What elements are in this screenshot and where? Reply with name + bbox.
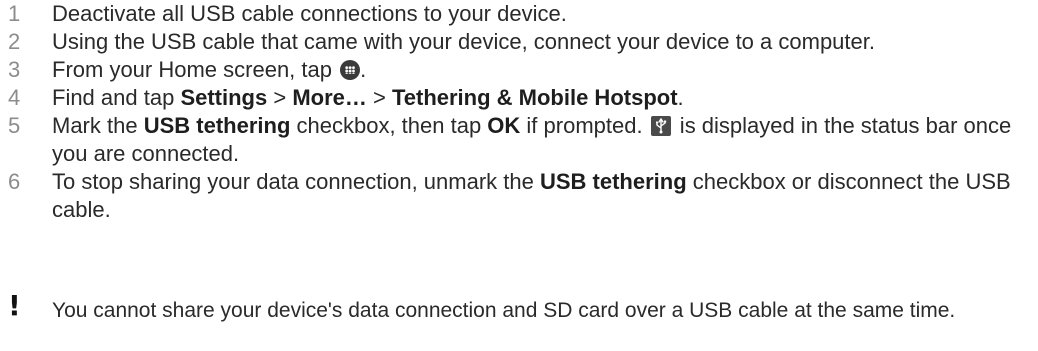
- step-text-suffix: .: [360, 57, 367, 82]
- usb-tethering-label: USB tethering: [539, 169, 687, 194]
- step-text: From your Home screen, tap: [52, 57, 339, 82]
- step-text: Mark the: [52, 113, 144, 138]
- usb-tethering-status-icon: [650, 116, 671, 136]
- ok-label: OK: [487, 113, 521, 138]
- more-label: More…: [292, 85, 367, 110]
- step-list: 1 Deactivate all USB cable connections t…: [8, 0, 1028, 224]
- step-number: 4: [8, 85, 21, 110]
- step-5: 5 Mark the USB tethering checkbox, then …: [8, 112, 1028, 168]
- step-4: 4 Find and tap Settings > More… > Tether…: [8, 84, 1028, 112]
- step-6: 6 To stop sharing your data connection, …: [8, 168, 1028, 224]
- warning-note: ! You cannot share your device's data co…: [8, 292, 1038, 324]
- step-text-suffix: .: [677, 85, 684, 110]
- path-separator: >: [366, 85, 392, 110]
- step-number: 2: [8, 29, 21, 54]
- step-2: 2 Using the USB cable that came with you…: [8, 28, 1028, 56]
- step-number: 1: [8, 1, 21, 26]
- path-separator: >: [267, 85, 293, 110]
- step-text: Find and tap: [52, 85, 181, 110]
- step-number: 6: [8, 169, 21, 194]
- step-text-mid: checkbox, then tap: [290, 113, 488, 138]
- step-number: 3: [8, 57, 21, 82]
- usb-tethering-label: USB tethering: [143, 113, 291, 138]
- step-text: To stop sharing your data connection, un…: [52, 169, 540, 194]
- step-3: 3 From your Home screen, tap .: [8, 56, 1028, 84]
- tethering-hotspot-label: Tethering & Mobile Hotspot: [391, 85, 678, 110]
- step-number: 5: [8, 113, 21, 138]
- apps-icon: [340, 60, 361, 80]
- warning-exclamation-icon: !: [8, 289, 21, 322]
- step-1: 1 Deactivate all USB cable connections t…: [8, 0, 1028, 28]
- settings-label: Settings: [180, 85, 268, 110]
- step-text-mid: if prompted.: [520, 113, 649, 138]
- warning-note-text: You cannot share your device's data conn…: [52, 299, 956, 322]
- step-text: Deactivate all USB cable connections to …: [52, 1, 567, 26]
- step-text: Using the USB cable that came with your …: [52, 29, 875, 54]
